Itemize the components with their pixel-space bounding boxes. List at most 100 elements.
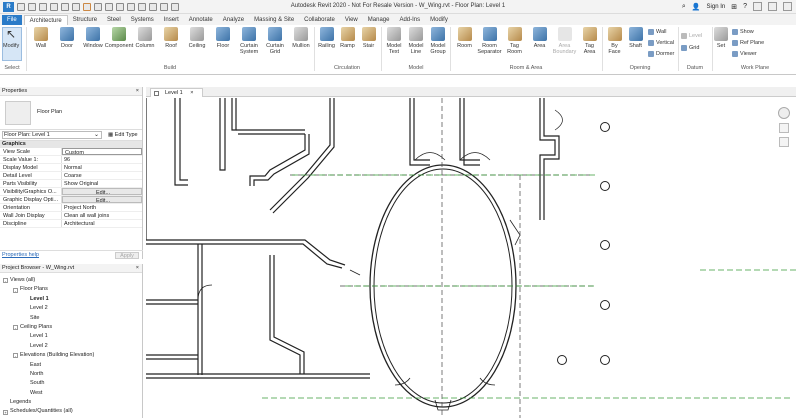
tab-view[interactable]: View bbox=[340, 15, 363, 25]
collapse-icon[interactable]: - bbox=[13, 287, 18, 293]
browser-item[interactable]: Level 1 bbox=[0, 332, 142, 341]
tab-collaborate[interactable]: Collaborate bbox=[299, 15, 340, 25]
property-value[interactable]: Custom bbox=[62, 148, 142, 155]
stair-button[interactable]: Stair bbox=[358, 27, 379, 49]
property-value[interactable]: Show Original bbox=[62, 180, 142, 187]
close-tab-icon[interactable]: × bbox=[190, 90, 193, 96]
door-button[interactable]: Door bbox=[54, 27, 80, 49]
edit-button[interactable]: Edit... bbox=[62, 196, 142, 203]
edit-button[interactable]: Edit... bbox=[62, 188, 142, 195]
browser-item[interactable]: - Ceiling Plans bbox=[0, 323, 142, 332]
pan-icon[interactable] bbox=[779, 137, 789, 147]
sign-in-link[interactable]: Sign In bbox=[707, 4, 726, 10]
browser-item[interactable]: North bbox=[0, 370, 142, 379]
expand-icon[interactable]: + bbox=[3, 409, 8, 415]
property-value[interactable]: 96 bbox=[62, 156, 142, 163]
browser-item[interactable]: Site bbox=[0, 314, 142, 323]
property-value[interactable]: Clean all wall joins bbox=[62, 212, 142, 219]
wall-button[interactable]: Wall bbox=[28, 27, 54, 49]
browser-item[interactable]: + Schedules/Quantities (all) bbox=[0, 407, 142, 416]
curtain-grid-button[interactable]: Curtain Grid bbox=[262, 27, 288, 55]
type-selector[interactable]: Floor Plan bbox=[0, 96, 142, 130]
dormer-opening-button[interactable]: Dormer bbox=[648, 51, 674, 57]
tab-modify[interactable]: Modify bbox=[425, 15, 453, 25]
roof-button[interactable]: Roof bbox=[158, 27, 184, 49]
ref-plane-button[interactable]: Ref Plane bbox=[732, 40, 764, 46]
railing-button[interactable]: Railing bbox=[316, 27, 337, 49]
shaft-button[interactable]: Shaft bbox=[625, 27, 646, 49]
mullion-button[interactable]: Mullion bbox=[288, 27, 314, 49]
tab-architecture[interactable]: Architecture bbox=[23, 15, 68, 25]
browser-item[interactable]: Level 2 bbox=[0, 342, 142, 351]
close-icon[interactable]: × bbox=[136, 87, 139, 96]
viewer-button[interactable]: Viewer bbox=[732, 51, 757, 57]
ceiling-button[interactable]: Ceiling bbox=[184, 27, 210, 49]
chevron-down-icon[interactable]: ⌄ bbox=[94, 131, 99, 138]
tab-annotate[interactable]: Annotate bbox=[184, 15, 218, 25]
user-icon[interactable]: 👤 bbox=[692, 3, 701, 11]
model-text-button[interactable]: Model Text bbox=[383, 27, 405, 55]
properties-help-link[interactable]: Properties help bbox=[2, 251, 39, 260]
modify-tool[interactable]: ↖ Modify bbox=[3, 27, 19, 49]
browser-item[interactable]: Legends bbox=[0, 398, 142, 407]
edit-type-button[interactable]: ▦ Edit Type bbox=[108, 132, 138, 138]
close-icon[interactable]: × bbox=[136, 264, 139, 273]
grid-button[interactable]: Grid bbox=[681, 45, 699, 51]
steering-wheel-icon[interactable] bbox=[778, 107, 790, 119]
view-tab-level-1[interactable]: Level 1 × bbox=[150, 88, 203, 97]
property-value[interactable]: Coarse bbox=[62, 172, 142, 179]
property-value[interactable]: Normal bbox=[62, 164, 142, 171]
drawing-canvas[interactable] bbox=[146, 97, 796, 418]
zoom-icon[interactable] bbox=[779, 123, 789, 133]
search-icon[interactable]: ⌕ bbox=[682, 3, 686, 11]
cart-icon[interactable]: ⊞ bbox=[731, 3, 737, 11]
component-button[interactable]: Component bbox=[105, 27, 133, 49]
maximize-button[interactable] bbox=[768, 2, 777, 11]
room-button[interactable]: Room bbox=[452, 27, 477, 49]
browser-item[interactable]: East bbox=[0, 361, 142, 370]
tab-massing-site[interactable]: Massing & Site bbox=[249, 15, 299, 25]
tab-systems[interactable]: Systems bbox=[126, 15, 159, 25]
tag-area-button[interactable]: Tag Area bbox=[577, 27, 602, 55]
view-selector-dropdown[interactable]: Floor Plan: Level 1 bbox=[2, 131, 102, 139]
window-button[interactable]: Window bbox=[80, 27, 106, 49]
tab-steel[interactable]: Steel bbox=[102, 15, 126, 25]
property-value[interactable]: Architectural bbox=[62, 220, 142, 227]
select-panel-label[interactable]: Select bbox=[2, 65, 22, 71]
tag-room-button[interactable]: Tag Room bbox=[502, 27, 527, 55]
browser-item[interactable]: Level 2 bbox=[0, 304, 142, 313]
apply-button[interactable]: Apply bbox=[115, 252, 139, 259]
vertical-opening-button[interactable]: Vertical bbox=[648, 40, 674, 46]
model-line-button[interactable]: Model Line bbox=[405, 27, 427, 55]
property-value[interactable]: Project North bbox=[62, 204, 142, 211]
tab-manage[interactable]: Manage bbox=[363, 15, 395, 25]
help-icon[interactable]: ? bbox=[743, 3, 747, 10]
group-header-graphics[interactable]: Graphics bbox=[0, 141, 142, 148]
curtain-system-button[interactable]: Curtain System bbox=[236, 27, 262, 55]
tab-insert[interactable]: Insert bbox=[159, 15, 184, 25]
tab-structure[interactable]: Structure bbox=[68, 15, 102, 25]
wall-opening-button[interactable]: Wall bbox=[648, 29, 667, 35]
level-button[interactable]: Level bbox=[681, 33, 702, 39]
minimize-button[interactable] bbox=[753, 2, 762, 11]
column-button[interactable]: Column bbox=[132, 27, 158, 49]
browser-item[interactable]: - Elevations (Building Elevation) bbox=[0, 351, 142, 360]
area-boundary-button[interactable]: Area Boundary bbox=[552, 27, 577, 55]
show-workplane-button[interactable]: Show bbox=[732, 29, 754, 35]
browser-item[interactable]: West bbox=[0, 389, 142, 398]
browser-item[interactable]: - Floor Plans bbox=[0, 285, 142, 294]
collapse-icon[interactable]: - bbox=[13, 353, 18, 359]
tab-add-ins[interactable]: Add-Ins bbox=[394, 15, 425, 25]
area-button[interactable]: Area bbox=[527, 27, 552, 49]
collapse-icon[interactable]: - bbox=[13, 325, 18, 331]
collapse-icon[interactable]: - bbox=[3, 278, 8, 284]
tab-analyze[interactable]: Analyze bbox=[218, 15, 249, 25]
room-area-panel-label[interactable]: Room & Area bbox=[452, 65, 600, 71]
model-group-button[interactable]: Model Group bbox=[427, 27, 449, 55]
browser-item[interactable]: South bbox=[0, 379, 142, 388]
browser-item[interactable]: Level 1 bbox=[0, 295, 142, 304]
room-separator-button[interactable]: Room Separator bbox=[477, 27, 502, 55]
by-face-button[interactable]: By Face bbox=[604, 27, 625, 55]
ramp-button[interactable]: Ramp bbox=[337, 27, 358, 49]
close-button[interactable] bbox=[783, 2, 792, 11]
